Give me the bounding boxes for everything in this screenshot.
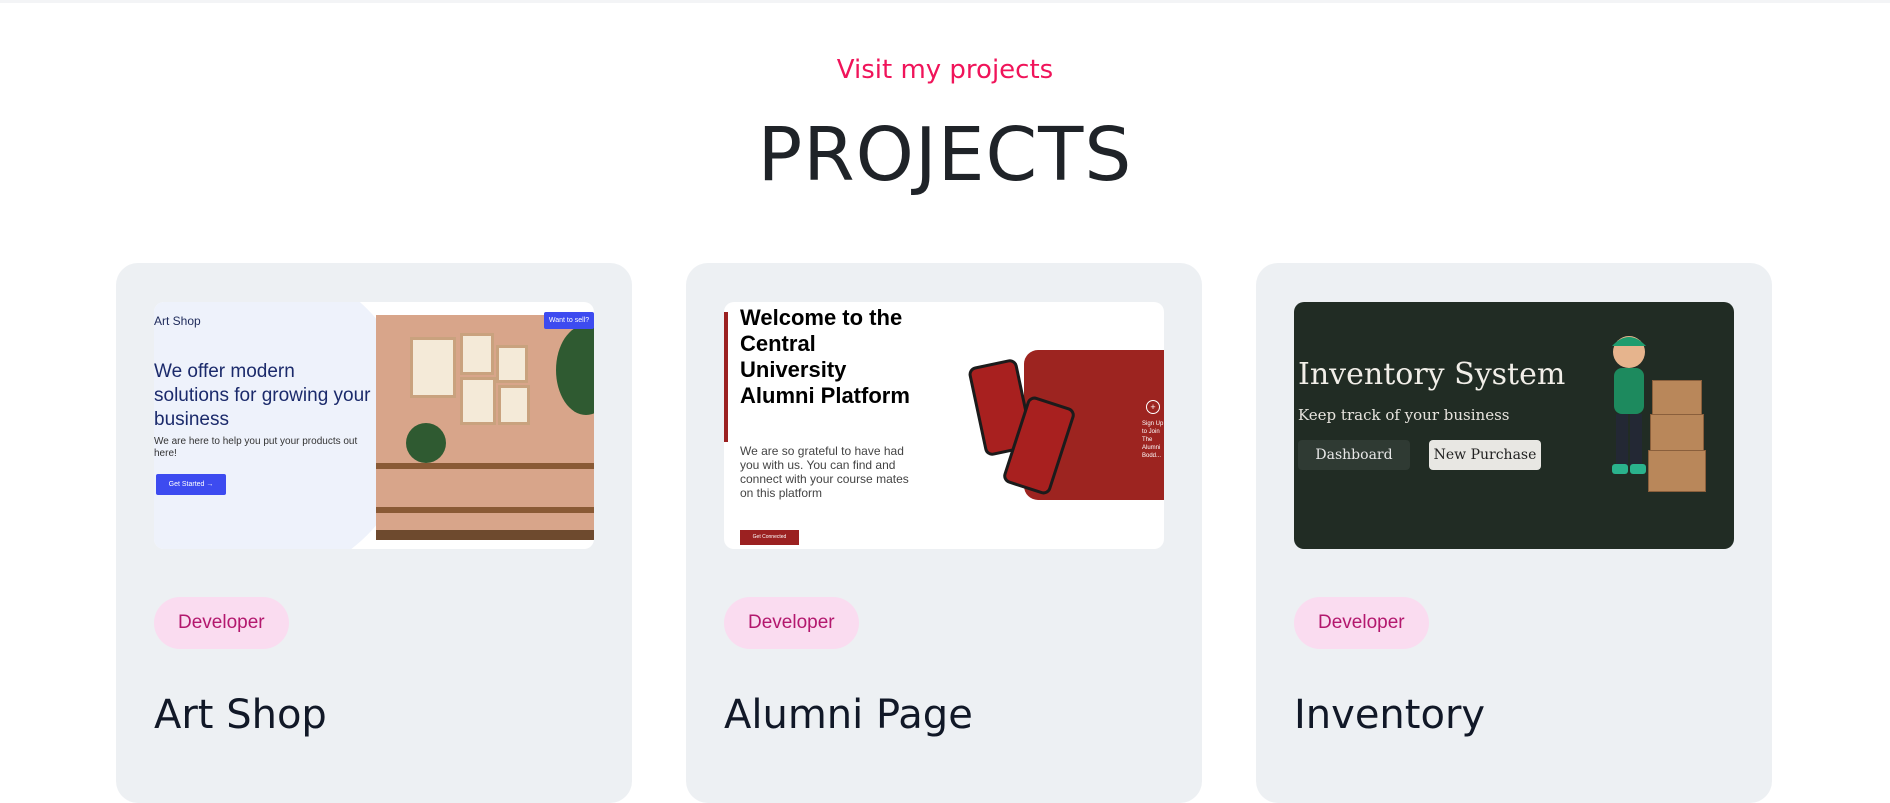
picture-frame [460, 333, 494, 375]
picture-frame [460, 377, 496, 425]
floor [376, 530, 594, 540]
thumb-sell-tag: Want to sell? [544, 312, 594, 329]
picture-frame [410, 337, 456, 398]
cardboard-box [1652, 380, 1702, 416]
project-title[interactable]: Inventory [1294, 692, 1485, 738]
project-thumbnail-inventory[interactable]: Inventory System Keep track of your busi… [1294, 302, 1734, 549]
thumb-headline: Welcome to the Central University Alumni… [740, 305, 910, 408]
project-title[interactable]: Alumni Page [724, 692, 973, 738]
plus-icon: + [1146, 400, 1160, 414]
thumb-text: We are here to help you put your product… [154, 436, 358, 459]
interior-photo [376, 315, 594, 540]
plant [556, 325, 594, 415]
plant [406, 423, 446, 463]
thumb-new-purchase-button: New Purchase [1429, 440, 1541, 470]
role-badge: Developer [724, 597, 859, 649]
thumb-side-text: Sign Up to Join The Alumni Bodd... [1142, 421, 1164, 459]
section-title: PROJECTS [757, 112, 1133, 198]
picture-frame [496, 345, 528, 383]
project-title[interactable]: Art Shop [154, 692, 327, 738]
thumb-dashboard-button: Dashboard [1298, 440, 1410, 470]
project-card-alumni-page[interactable]: Welcome to the Central University Alumni… [686, 263, 1202, 803]
thumb-headline: We offer modern solutions for growing yo… [154, 361, 371, 430]
thumb-get-started-button: Get Started → [156, 474, 226, 495]
shelf [376, 463, 594, 469]
thumb-brand: Art Shop [154, 314, 201, 328]
thumb-text: We are so grateful to have had you with … [740, 444, 909, 500]
role-badge: Developer [154, 597, 289, 649]
shelf [376, 507, 594, 513]
accent-bar [724, 312, 728, 442]
project-card-art-shop[interactable]: Art Shop We offer modern solutions for g… [116, 263, 632, 803]
cardboard-box [1650, 414, 1704, 452]
thumb-get-connected-button: Get Connected [740, 530, 799, 545]
project-card-inventory[interactable]: Inventory System Keep track of your busi… [1256, 263, 1772, 803]
top-divider [0, 0, 1890, 3]
thumb-subtitle: Keep track of your business [1298, 406, 1510, 424]
thumb-title: Inventory System [1298, 357, 1566, 392]
section-subtitle: Visit my projects [836, 55, 1054, 85]
picture-frame [498, 385, 530, 425]
project-thumbnail-alumni-page[interactable]: Welcome to the Central University Alumni… [724, 302, 1164, 549]
cardboard-box [1648, 450, 1706, 492]
role-badge: Developer [1294, 597, 1429, 649]
project-thumbnail-art-shop[interactable]: Art Shop We offer modern solutions for g… [154, 302, 594, 549]
